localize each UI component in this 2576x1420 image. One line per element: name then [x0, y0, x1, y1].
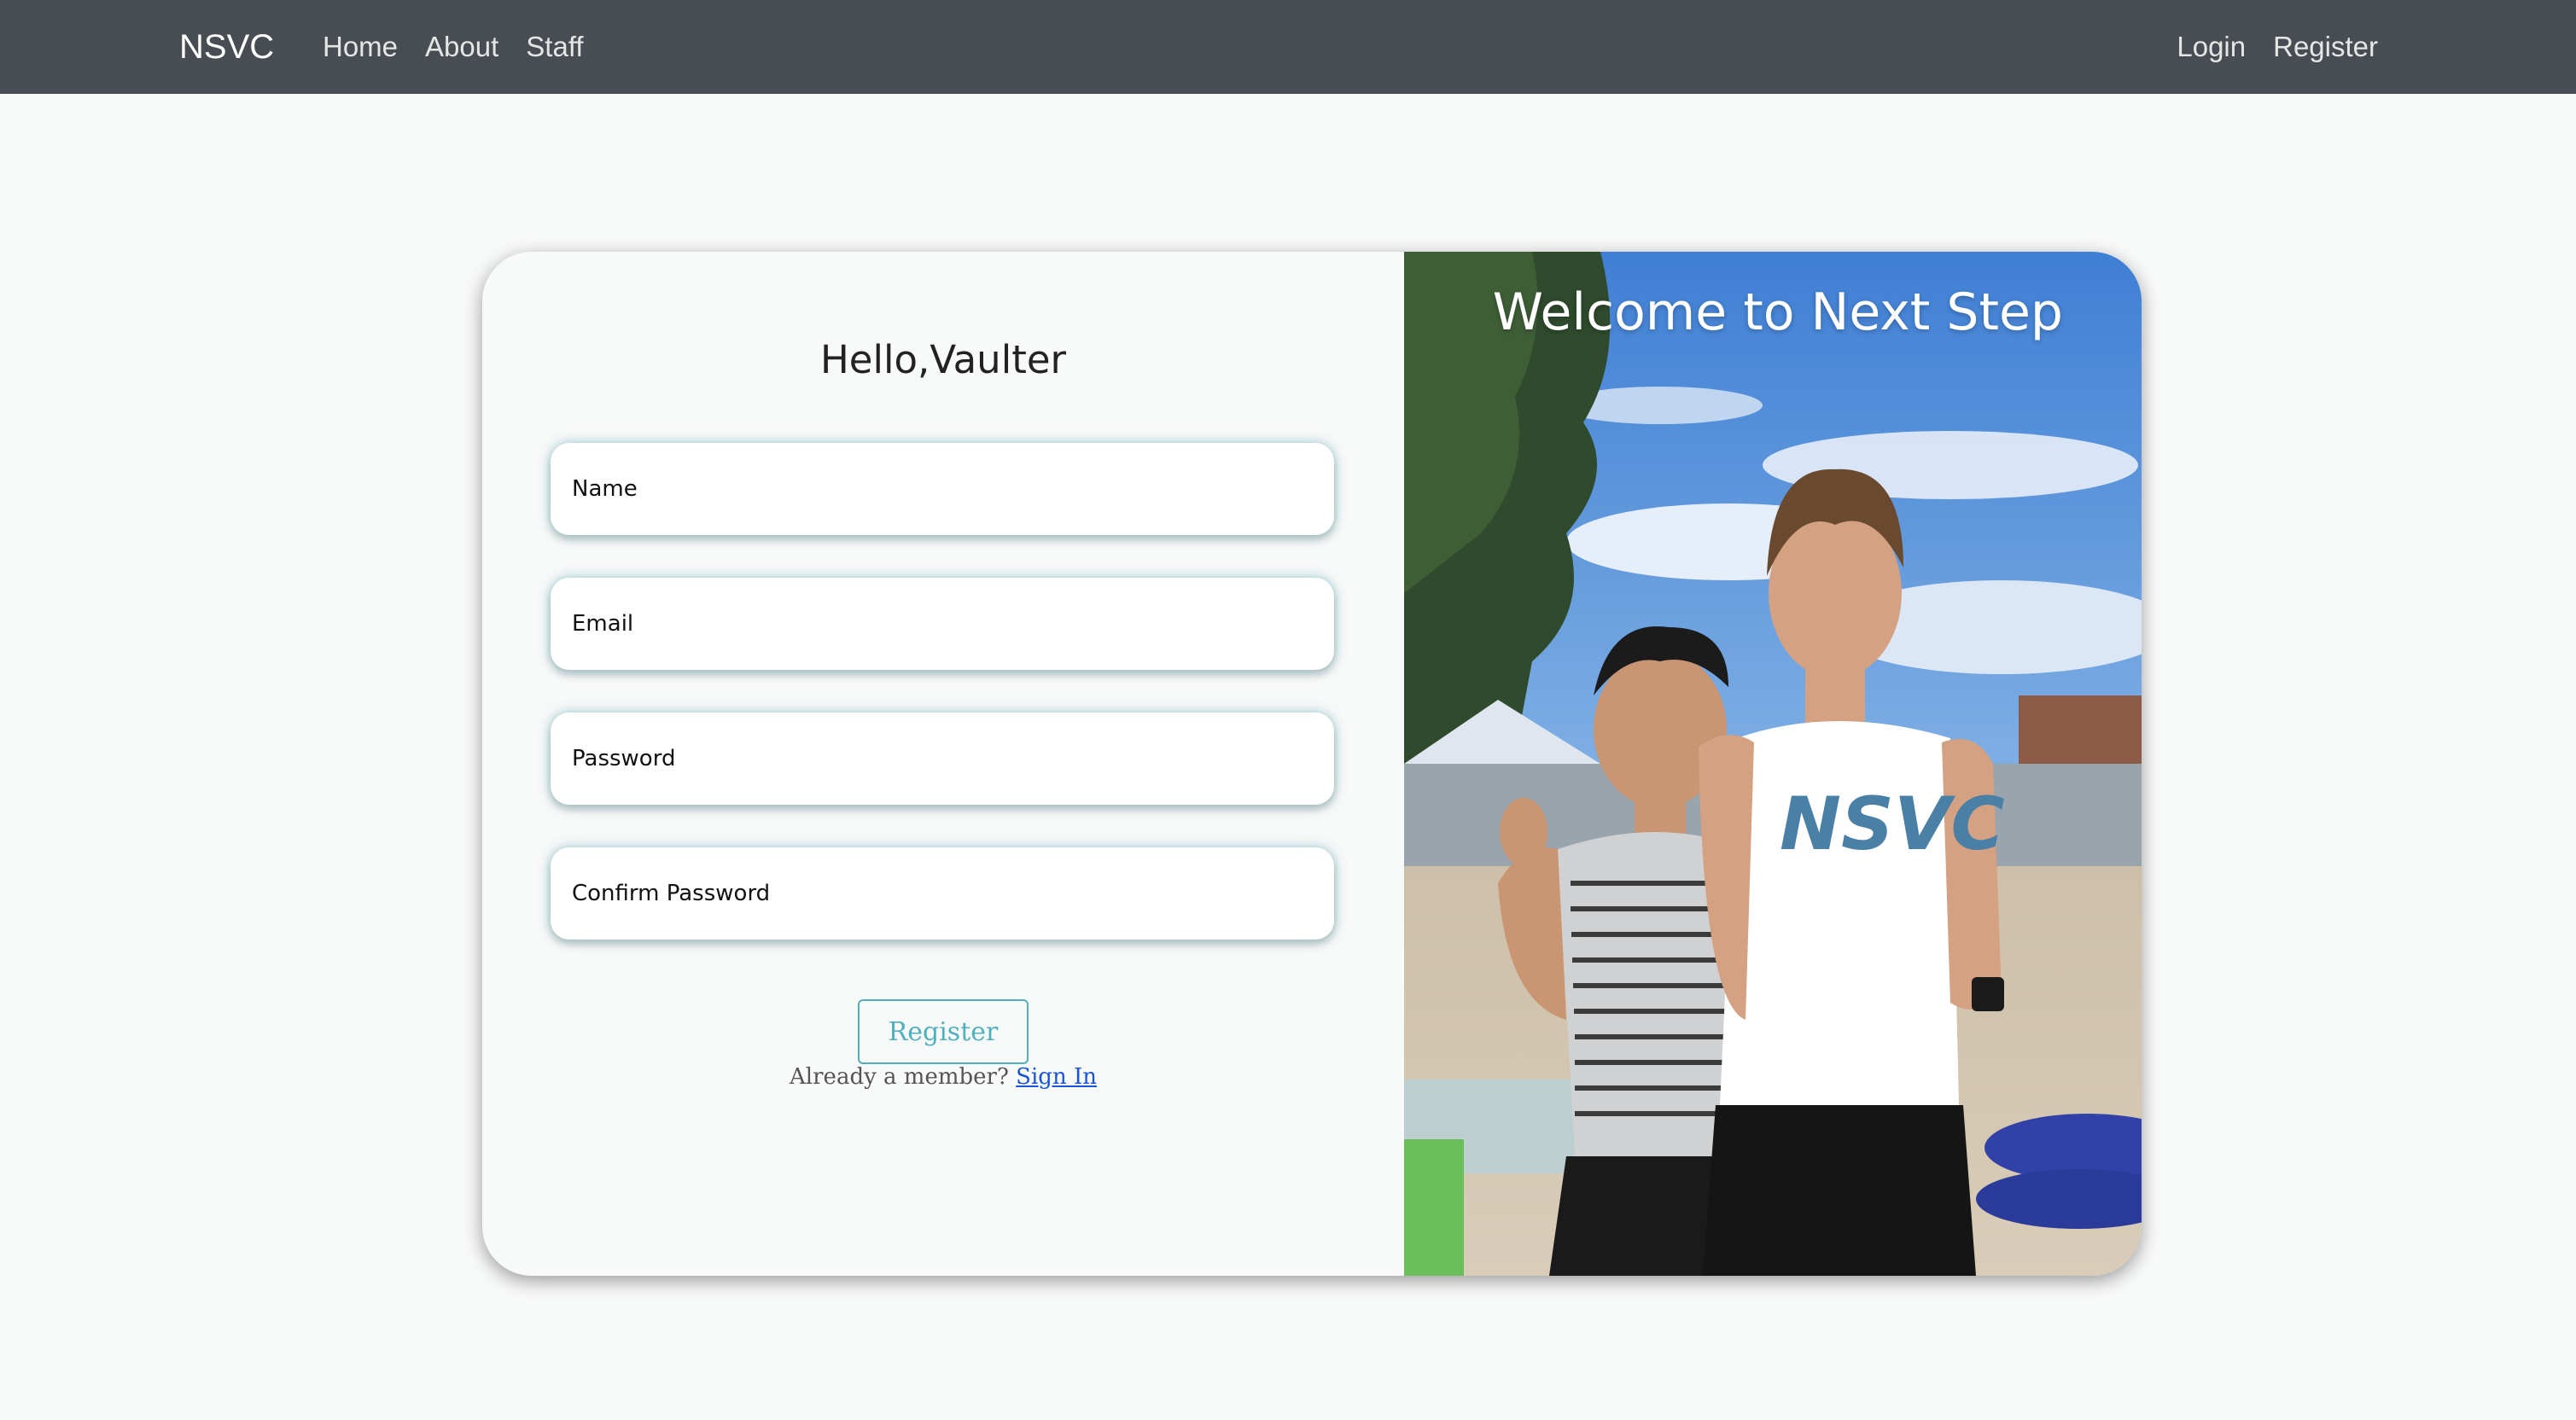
nav-link-staff[interactable]: Staff — [526, 31, 583, 63]
nav-links-right: Login Register — [2177, 0, 2378, 94]
password-field[interactable] — [551, 713, 1334, 805]
brand-logo[interactable]: NSVC — [179, 0, 274, 94]
nav-link-home[interactable]: Home — [323, 31, 398, 63]
register-button[interactable]: Register — [858, 999, 1029, 1064]
register-form: Hello,Vaulter Register Already a member?… — [482, 252, 1404, 1276]
signin-link[interactable]: Sign In — [1016, 1064, 1097, 1090]
hero-photo-panel: NSVC Welcome to Next Step — [1404, 252, 2142, 1276]
nav-link-about[interactable]: About — [425, 31, 498, 63]
member-text: Already a member? — [790, 1064, 1009, 1090]
hero-photo: NSVC — [1404, 252, 2142, 1276]
nav-link-register[interactable]: Register — [2273, 31, 2378, 63]
signin-prompt: Already a member? Sign In — [482, 1064, 1404, 1090]
register-card: Hello,Vaulter Register Already a member?… — [482, 252, 2142, 1276]
email-field[interactable] — [551, 578, 1334, 670]
nav-link-login[interactable]: Login — [2177, 31, 2246, 63]
name-field[interactable] — [551, 443, 1334, 535]
navbar: NSVC Home About Staff Login Register — [0, 0, 2576, 94]
nav-links-left: Home About Staff — [323, 0, 584, 94]
confirm-password-field[interactable] — [551, 847, 1334, 940]
shirt-logo: NSVC — [1780, 782, 2005, 867]
welcome-heading: Welcome to Next Step — [1492, 282, 2063, 342]
form-title: Hello,Vaulter — [819, 337, 1067, 382]
